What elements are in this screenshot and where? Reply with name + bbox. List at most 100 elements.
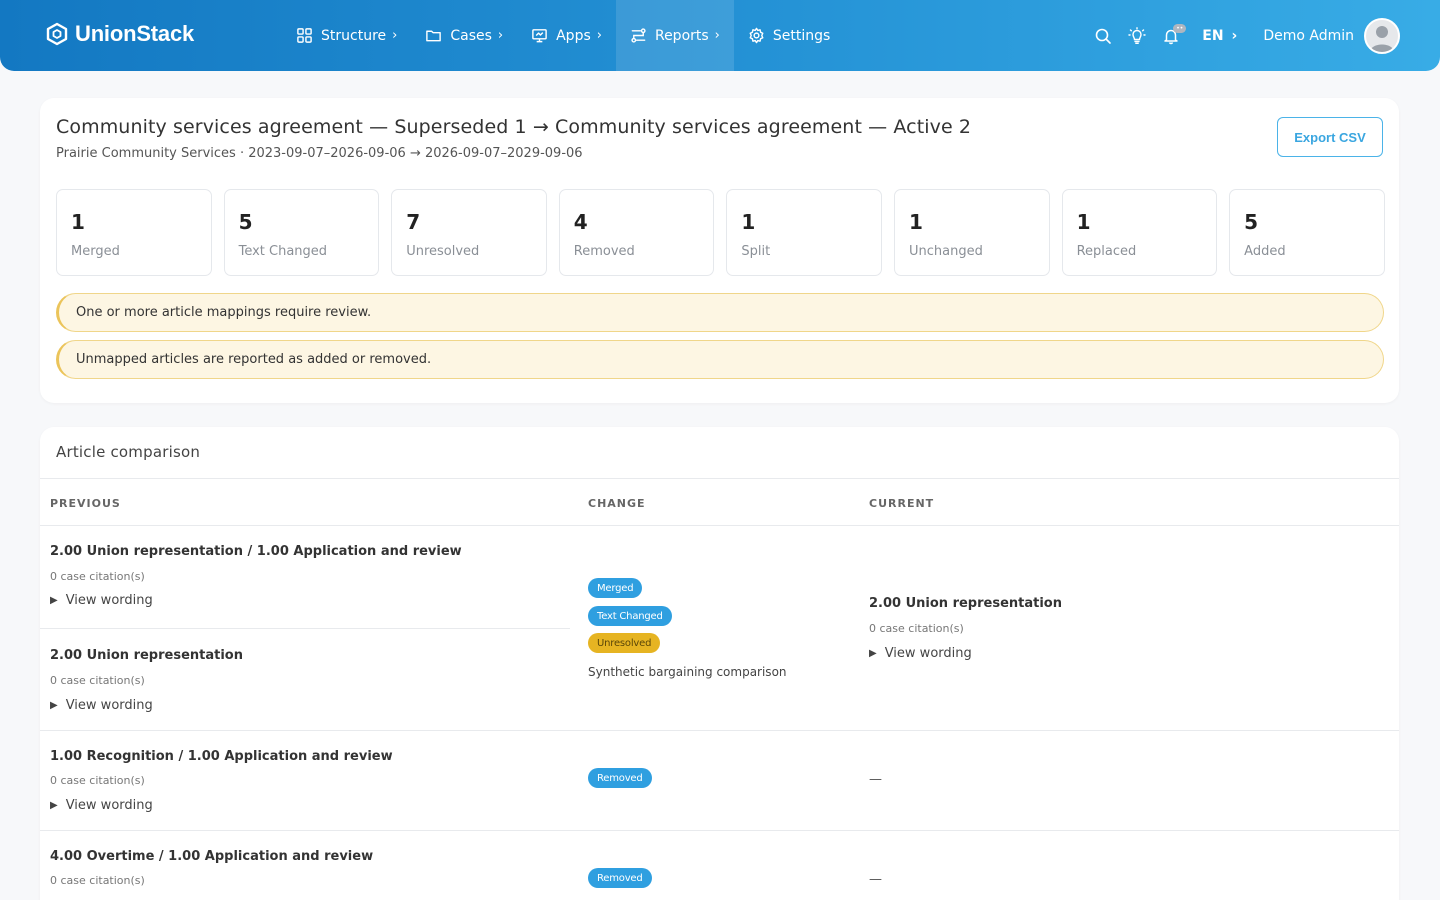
- case-citation-count: 0 case citation(s): [50, 570, 145, 583]
- info-alert: Unmapped articles are reported as added …: [56, 340, 1384, 379]
- search-icon: [1095, 28, 1112, 44]
- brand-name: UnionStack: [75, 21, 195, 46]
- section-title: Article comparison: [56, 443, 201, 461]
- nav-settings[interactable]: Settings: [734, 0, 844, 71]
- stat-value: 5: [238, 210, 253, 234]
- view-wording-label: View wording: [884, 646, 972, 661]
- header-actions: •• EN › Demo Admin: [1086, 0, 1400, 71]
- user-name[interactable]: Demo Admin: [1263, 28, 1354, 44]
- article-comparison-card: Article comparison PREVIOUS CHANGE CURRE…: [40, 427, 1399, 900]
- stat-value: 4: [573, 210, 588, 234]
- view-wording-toggle[interactable]: ▶ View wording: [869, 646, 972, 661]
- divider: [40, 730, 1399, 731]
- column-header-change: CHANGE: [588, 497, 646, 510]
- triangle-right-icon: ▶: [50, 800, 58, 811]
- empty-current-dash: —: [869, 772, 882, 787]
- folder-icon: [426, 30, 442, 42]
- brand-logo[interactable]: UnionStack: [46, 21, 194, 47]
- nav-structure[interactable]: Structure ›: [282, 0, 411, 71]
- page-subtitle: Prairie Community Services · 2023-09-07–…: [56, 146, 583, 161]
- language-label: EN: [1202, 27, 1224, 44]
- stat-removed: 4 Removed: [558, 189, 715, 276]
- lightbulb-icon: [1128, 26, 1146, 44]
- current-article-title: 2.00 Union representation: [869, 596, 1062, 611]
- view-wording-label: View wording: [65, 698, 153, 713]
- previous-article-title: 4.00 Overtime / 1.00 Application and rev…: [50, 849, 374, 864]
- triangle-right-icon: ▶: [50, 700, 58, 711]
- nav-reports-label: Reports: [654, 27, 709, 44]
- stat-split: 1 Split: [726, 189, 882, 276]
- view-wording-toggle[interactable]: ▶ View wording: [50, 593, 153, 608]
- stat-value: 5: [1244, 210, 1259, 234]
- chevron-right-icon: ›: [497, 28, 504, 43]
- stat-text-changed: 5 Text Changed: [223, 189, 380, 276]
- empty-current-dash: —: [869, 872, 882, 887]
- avatar[interactable]: [1364, 17, 1400, 54]
- view-wording-label: View wording: [65, 593, 153, 608]
- stat-label: Unresolved: [406, 244, 480, 259]
- nav-cases[interactable]: Cases ›: [411, 0, 517, 71]
- notification-badge-icon: ••: [1173, 23, 1187, 33]
- stat-value: 7: [406, 210, 421, 234]
- main-nav: Structure › Cases › Apps › Reports › Set…: [282, 0, 844, 71]
- notifications-button[interactable]: ••: [1154, 19, 1188, 53]
- chevron-right-icon: ›: [1231, 27, 1238, 44]
- export-csv-button[interactable]: Export CSV: [1277, 117, 1383, 157]
- status-badge: Removed: [588, 868, 652, 888]
- stat-label: Added: [1244, 244, 1286, 259]
- user-silhouette-icon: [1370, 25, 1394, 52]
- stat-label: Split: [741, 244, 771, 259]
- comparison-summary-card: Community services agreement — Supersede…: [40, 98, 1399, 403]
- stat-label: Unchanged: [908, 244, 983, 259]
- nav-cases-label: Cases: [450, 27, 492, 44]
- case-citation-count: 0 case citation(s): [50, 774, 145, 787]
- case-citation-count: 0 case citation(s): [869, 622, 964, 635]
- stats-row: 1 Merged 5 Text Changed 7 Unresolved 4 Remov…: [56, 189, 1385, 276]
- divider: [40, 525, 1399, 526]
- language-selector[interactable]: EN ›: [1202, 28, 1237, 44]
- top-navbar: UnionStack Structure › Cases › Apps › Re…: [0, 0, 1440, 71]
- theme-toggle-button[interactable]: [1120, 19, 1154, 53]
- stat-label: Replaced: [1076, 244, 1137, 259]
- previous-article-title: 2.00 Union representation: [50, 648, 243, 663]
- comparison-note: Synthetic bargaining comparison: [588, 665, 787, 679]
- warning-alert: One or more article mappings require rev…: [56, 293, 1384, 332]
- status-badge: Removed: [588, 768, 652, 788]
- column-header-current: CURRENT: [869, 497, 935, 510]
- status-badge: Text Changed: [588, 606, 672, 626]
- chevron-right-icon: ›: [596, 28, 602, 43]
- case-citation-count: 0 case citation(s): [50, 674, 145, 687]
- view-wording-label: View wording: [65, 798, 153, 813]
- case-citation-count: 0 case citation(s): [50, 874, 145, 887]
- view-wording-toggle[interactable]: ▶ View wording: [50, 698, 153, 713]
- stat-merged: 1 Merged: [56, 189, 212, 276]
- stat-value: 1: [908, 210, 923, 234]
- previous-article-title: 2.00 Union representation / 1.00 Applica…: [50, 544, 462, 559]
- status-badge: Merged: [588, 578, 643, 598]
- grid-icon: [297, 28, 312, 43]
- nav-reports[interactable]: Reports ›: [615, 0, 734, 71]
- stat-value: 1: [741, 210, 756, 234]
- route-icon: [631, 28, 646, 43]
- triangle-right-icon: ▶: [50, 595, 58, 606]
- gear-icon: [749, 27, 764, 44]
- column-header-previous: PREVIOUS: [50, 497, 121, 510]
- stat-value: 1: [1076, 210, 1091, 234]
- hexagon-logo-icon: [46, 22, 68, 46]
- divider: [40, 478, 1399, 479]
- stat-value: 1: [71, 210, 85, 234]
- stat-label: Text Changed: [238, 244, 328, 259]
- nav-apps[interactable]: Apps ›: [517, 0, 616, 71]
- stat-unresolved: 7 Unresolved: [391, 189, 547, 276]
- search-button[interactable]: [1086, 19, 1120, 53]
- nav-apps-label: Apps: [556, 27, 591, 44]
- divider: [40, 830, 1399, 831]
- nav-structure-label: Structure: [321, 27, 387, 44]
- status-badge: Unresolved: [588, 633, 661, 653]
- chevron-right-icon: ›: [392, 28, 398, 43]
- view-wording-toggle[interactable]: ▶ View wording: [50, 798, 153, 813]
- previous-article-title: 1.00 Recognition / 1.00 Application and …: [50, 749, 393, 764]
- page-title: Community services agreement — Supersede…: [56, 116, 972, 138]
- stat-replaced: 1 Replaced: [1061, 189, 1218, 276]
- triangle-right-icon: ▶: [869, 648, 877, 659]
